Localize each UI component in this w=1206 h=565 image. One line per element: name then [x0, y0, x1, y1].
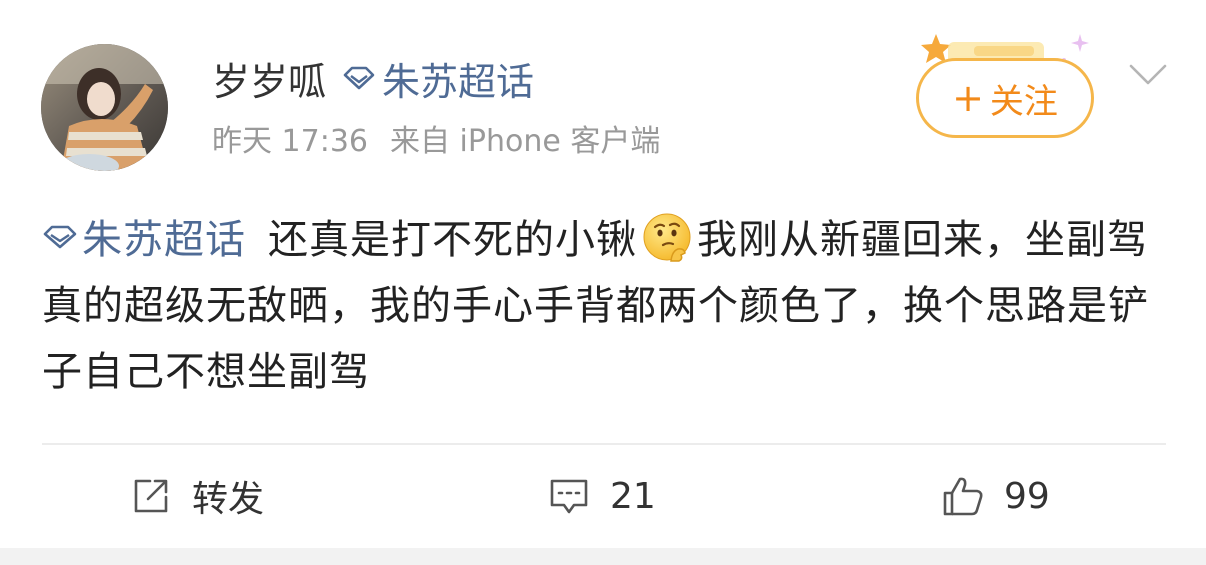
card-separator	[0, 548, 1206, 565]
follow-label: 关注	[989, 81, 1058, 122]
comment-button[interactable]: 21	[546, 466, 656, 526]
weibo-post-card: 岁岁呱 朱苏超话 昨天 17:36 来自 iPhone 客户端 + 关注 朱苏超…	[0, 0, 1206, 548]
post-meta: 昨天 17:36 来自 iPhone 客户端	[212, 116, 660, 160]
thumbs-up-icon	[940, 473, 986, 519]
avatar[interactable]	[41, 44, 168, 171]
thinking-emoji-icon	[641, 211, 693, 263]
post-text-part-1: 还真是打不死的小锹	[268, 217, 637, 263]
post-topic-link[interactable]: 朱苏超话	[42, 217, 246, 263]
plus-icon: +	[952, 76, 984, 120]
post-time: 昨天 17:36	[212, 124, 368, 159]
author-header: 岁岁呱 朱苏超话	[212, 52, 534, 104]
username[interactable]: 岁岁呱	[212, 51, 326, 106]
repost-button[interactable]: 转发	[128, 466, 264, 526]
like-button[interactable]: 99	[940, 466, 1050, 526]
follow-area: + 关注	[914, 30, 1104, 142]
avatar-image	[41, 44, 168, 171]
diamond-icon	[42, 225, 78, 249]
like-count: 99	[1004, 475, 1050, 517]
chevron-down-icon[interactable]	[1128, 62, 1168, 88]
comment-count: 21	[610, 475, 656, 517]
repost-label: 转发	[192, 479, 265, 520]
supertopic-label: 朱苏超话	[382, 59, 535, 104]
supertopic-link[interactable]: 朱苏超话	[342, 51, 534, 106]
repost-edit-icon	[128, 473, 174, 519]
comment-icon	[546, 473, 592, 519]
diamond-icon	[342, 66, 376, 90]
post-source: 来自 iPhone 客户端	[390, 124, 661, 159]
post-content: 朱苏超话 还真是打不死的小锹 我刚从新疆回来，坐副驾真的超级无敌晒，我的手心手背都…	[42, 207, 1160, 405]
post-topic-label: 朱苏超话	[82, 217, 246, 263]
follow-button[interactable]: + 关注	[916, 58, 1094, 138]
divider	[42, 443, 1166, 445]
